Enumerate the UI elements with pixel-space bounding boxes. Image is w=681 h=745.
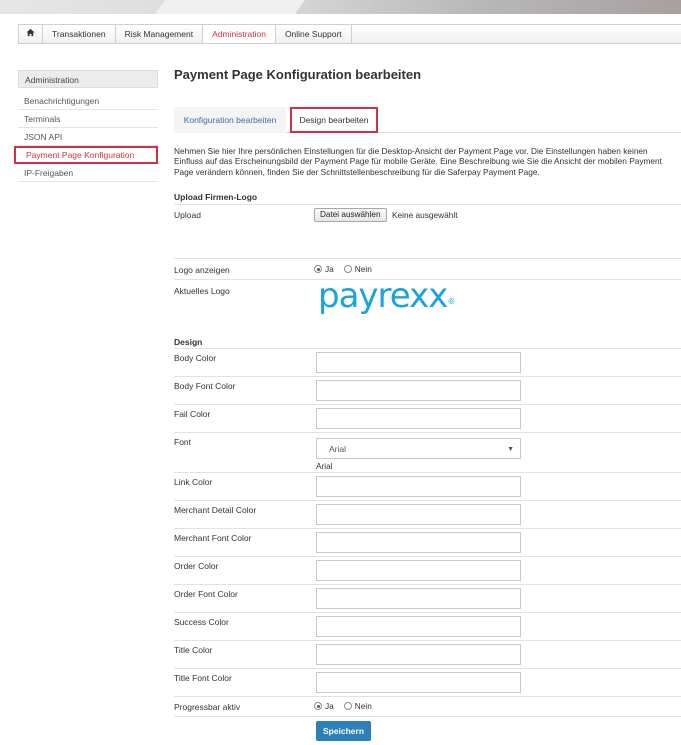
tab-online-support[interactable]: Online Support	[276, 25, 352, 43]
divider	[174, 556, 681, 557]
subtab-konfiguration-bearbeiten[interactable]: Konfiguration bearbeiten	[174, 107, 286, 133]
selected-font-text: Arial	[316, 461, 333, 471]
title-color-input[interactable]	[316, 644, 521, 665]
divider	[174, 432, 681, 433]
logo-text: payrexx	[318, 276, 448, 316]
sidebar-item-json-api[interactable]: JSON API	[18, 128, 158, 146]
divider	[174, 584, 681, 585]
main-nav: Transaktionen Risk Management Administra…	[18, 24, 681, 44]
success-color-input[interactable]	[316, 616, 521, 637]
success-color-label: Success Color	[174, 617, 229, 627]
progressbar-yes-radio[interactable]	[314, 702, 322, 710]
tab-risk-management[interactable]: Risk Management	[116, 25, 204, 43]
divider	[174, 716, 681, 717]
upload-logo-heading: Upload Firmen-Logo	[174, 192, 258, 202]
design-heading: Design	[174, 337, 203, 347]
sidebar-item-benachrichtigungen[interactable]: Benachrichtigungen	[18, 92, 158, 110]
header-shade	[155, 0, 305, 14]
divider	[174, 696, 681, 697]
merchant-detail-color-input[interactable]	[316, 504, 521, 525]
body-color-input[interactable]	[316, 352, 521, 373]
intro-text: Nehmen Sie hier Ihre persönlichen Einste…	[174, 146, 662, 177]
divider	[174, 472, 681, 473]
body-color-label: Body Color	[174, 353, 217, 363]
link-color-label: Link Color	[174, 477, 213, 487]
chevron-down-icon: ▼	[507, 446, 514, 453]
order-font-color-input[interactable]	[316, 588, 521, 609]
subtab-bar: Konfiguration bearbeiten Design bearbeit…	[174, 107, 681, 133]
show-logo-no-label: Nein	[354, 264, 372, 274]
show-logo-label: Logo anzeigen	[174, 265, 230, 275]
merchant-font-color-input[interactable]	[316, 532, 521, 553]
upload-label: Upload	[174, 210, 201, 220]
file-status: Keine ausgewählt	[392, 210, 458, 220]
divider	[174, 376, 681, 377]
font-label: Font	[174, 437, 192, 447]
show-logo-no-radio[interactable]	[343, 265, 352, 273]
merchant-font-color-label: Merchant Font Color	[174, 533, 252, 543]
progressbar-label: Progressbar aktiv	[174, 702, 241, 712]
title-color-label: Title Color	[174, 645, 213, 655]
show-logo-yes-radio[interactable]	[314, 265, 322, 273]
fail-color-input[interactable]	[316, 408, 521, 429]
current-logo-label: Aktuelles Logo	[174, 286, 230, 296]
home-icon	[26, 28, 35, 39]
fail-color-label: Fail Color	[174, 409, 211, 419]
tab-transaktionen[interactable]: Transaktionen	[43, 25, 116, 43]
show-logo-radio-group: Ja Nein	[314, 264, 382, 274]
tab-administration[interactable]: Administration	[203, 25, 276, 43]
divider	[174, 668, 681, 669]
divider	[174, 204, 681, 205]
show-logo-yes-label: Ja	[325, 264, 334, 274]
sidebar-item-payment-page-konfiguration[interactable]: Payment Page Konfiguration	[14, 146, 158, 164]
progressbar-no-radio[interactable]	[343, 702, 352, 710]
title-font-color-label: Title Font Color	[174, 673, 232, 683]
divider	[174, 258, 681, 259]
font-select[interactable]: Arial ▼	[316, 438, 521, 459]
save-button[interactable]: Speichern	[316, 721, 371, 741]
choose-file-button[interactable]: Datei auswählen	[314, 208, 387, 222]
order-font-color-label: Order Font Color	[174, 589, 238, 599]
divider	[174, 612, 681, 613]
divider	[174, 500, 681, 501]
sidebar-header: Administration	[18, 70, 158, 88]
link-color-input[interactable]	[316, 476, 521, 497]
sidebar: Administration Benachrichtigungen Termin…	[14, 70, 158, 182]
divider	[174, 348, 681, 349]
divider	[174, 528, 681, 529]
order-color-label: Order Color	[174, 561, 219, 571]
payrexx-logo: payrexx®	[318, 276, 455, 316]
body-font-color-input[interactable]	[316, 380, 521, 401]
order-color-input[interactable]	[316, 560, 521, 581]
sidebar-item-terminals[interactable]: Terminals	[18, 110, 158, 128]
body-font-color-label: Body Font Color	[174, 381, 236, 391]
top-header-band	[0, 0, 681, 14]
font-select-value: Arial	[329, 444, 347, 454]
progressbar-radio-group: Ja Nein	[314, 701, 382, 711]
progressbar-yes-label: Ja	[325, 701, 334, 711]
page-title: Payment Page Konfiguration bearbeiten	[174, 67, 422, 82]
subtab-design-bearbeiten[interactable]: Design bearbeiten	[290, 107, 378, 133]
progressbar-no-label: Nein	[354, 701, 372, 711]
divider	[174, 640, 681, 641]
merchant-detail-color-label: Merchant Detail Color	[174, 505, 257, 515]
divider	[174, 404, 681, 405]
title-font-color-input[interactable]	[316, 672, 521, 693]
registered-mark: ®	[447, 297, 455, 306]
home-tab[interactable]	[19, 25, 43, 43]
sidebar-item-ip-freigaben[interactable]: IP-Freigaben	[18, 164, 158, 182]
